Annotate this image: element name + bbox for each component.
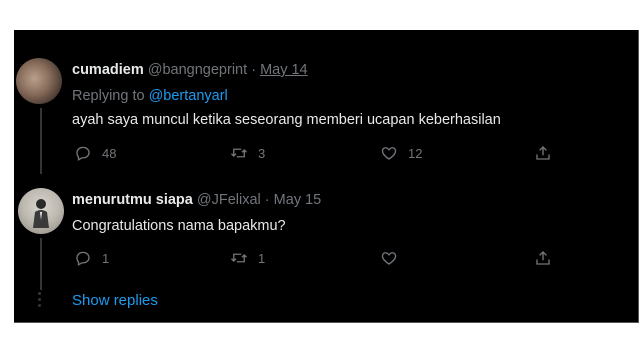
retweet-button[interactable]: 3	[230, 144, 265, 162]
share-icon	[536, 146, 550, 160]
share-button[interactable]	[534, 144, 562, 162]
retweet-icon	[231, 253, 247, 263]
thread-dot	[38, 292, 41, 295]
avatar[interactable]	[16, 58, 62, 104]
tweet-actions: 48 3 12	[72, 144, 572, 166]
thread-dot	[38, 298, 41, 301]
tweet-header: cumadiem @bangngeprint · May 14	[72, 62, 308, 78]
user-handle[interactable]: @bangngeprint	[148, 62, 247, 78]
reply-icon	[76, 251, 90, 266]
tweet-text: ayah saya muncul ketika seseorang member…	[72, 112, 501, 128]
tweet-header: menurutmu siapa @JFelixal · May 15	[72, 192, 321, 208]
retweet-count: 3	[258, 145, 266, 161]
separator: ·	[251, 62, 257, 78]
share-button[interactable]	[534, 249, 562, 267]
avatar[interactable]	[18, 188, 64, 234]
user-handle[interactable]: @JFelixal	[197, 192, 261, 208]
like-icon	[381, 147, 397, 160]
reply-count: 1	[102, 250, 110, 266]
retweet-icon	[231, 148, 247, 158]
like-icon	[381, 252, 397, 265]
replying-to: Replying to @bertanyarl	[72, 88, 228, 104]
tweet-text: Congratulations nama bapakmu?	[72, 218, 286, 234]
retweet-button[interactable]: 1	[230, 249, 265, 267]
like-button[interactable]	[380, 249, 408, 267]
reply-button[interactable]: 48	[74, 144, 116, 162]
separator: ·	[264, 192, 270, 208]
thread-connector	[40, 238, 42, 290]
thread-dot	[38, 304, 41, 307]
user-name[interactable]: cumadiem	[72, 62, 144, 78]
tweet-date[interactable]: May 14	[260, 62, 308, 78]
replying-to-label: Replying to	[72, 88, 149, 104]
like-button[interactable]: 12	[380, 144, 422, 162]
share-icon	[536, 251, 550, 265]
reply-count: 48	[102, 145, 117, 161]
thread-panel: cumadiem @bangngeprint · May 14 Replying…	[14, 30, 639, 323]
reply-icon	[76, 146, 90, 161]
person-icon	[33, 199, 49, 228]
tweet-actions: 1 1	[72, 249, 572, 271]
user-name[interactable]: menurutmu siapa	[72, 192, 193, 208]
retweet-count: 1	[258, 250, 266, 266]
like-count: 12	[408, 145, 423, 161]
thread-connector	[40, 108, 42, 174]
reply-button[interactable]: 1	[74, 249, 109, 267]
tweet-date[interactable]: May 15	[274, 192, 322, 208]
show-replies-link[interactable]: Show replies	[72, 292, 158, 309]
mention-link[interactable]: @bertanyarl	[149, 88, 228, 104]
